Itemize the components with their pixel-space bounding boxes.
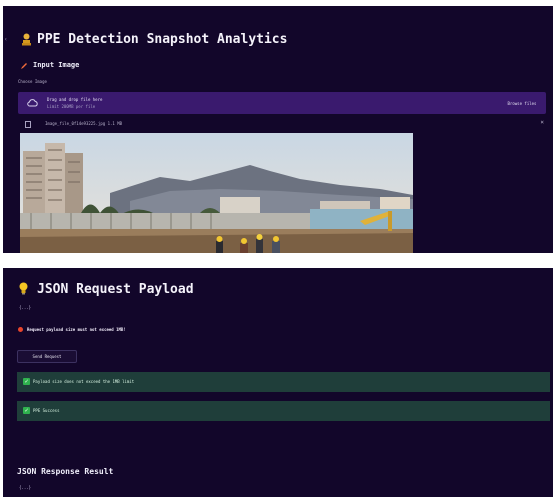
- payload-ok-alert: ✓ Payload size does not exceed the 1MB l…: [17, 372, 550, 392]
- page-title: PPE Detection Snapshot Analytics: [37, 32, 288, 47]
- dropzone-hint: Limit 200MB per file: [47, 104, 96, 109]
- dropzone-text: Drag and drop file here: [47, 97, 103, 102]
- checkmark-icon: ✓: [23, 378, 30, 385]
- remove-file-icon[interactable]: ×: [540, 119, 544, 126]
- alert-text: PPE Success: [33, 408, 60, 413]
- cloud-upload-icon: [27, 99, 38, 107]
- response-title: JSON Response Result: [17, 467, 114, 476]
- section-title: Input Image: [33, 61, 80, 69]
- request-json-toggle[interactable]: {...}: [19, 305, 31, 310]
- checkmark-icon: ✓: [23, 407, 30, 414]
- file-icon: [25, 121, 31, 128]
- send-request-button[interactable]: Send Request: [17, 350, 77, 363]
- browse-files-button[interactable]: Browse files: [502, 98, 542, 108]
- trophy-icon: [22, 33, 31, 46]
- chevron-left-icon[interactable]: ‹: [4, 36, 8, 43]
- pencil-icon: [21, 63, 27, 69]
- uploaded-file-row: Image_file_0f14e93225.jpg 1.1 MB ×: [18, 118, 546, 130]
- ppe-success-alert: ✓ PPE Success: [17, 401, 550, 421]
- warning-text: Request payload size must not exceed 1MB…: [27, 327, 126, 332]
- request-panel: JSON Request Payload {...} Request paylo…: [3, 268, 553, 497]
- alert-text: Payload size does not exceed the 1MB lim…: [33, 379, 135, 384]
- lightbulb-icon: [19, 282, 28, 295]
- warning-dot-icon: [18, 327, 23, 332]
- uploaded-image: [20, 133, 413, 253]
- file-name: Image_file_0f14e93225.jpg 1.1 MB: [45, 121, 123, 126]
- choose-image-label: Choose Image: [18, 79, 47, 84]
- request-title: JSON Request Payload: [37, 282, 194, 297]
- response-json-toggle[interactable]: {...}: [19, 485, 31, 490]
- file-dropzone[interactable]: Drag and drop file here Limit 200MB per …: [18, 92, 546, 114]
- input-panel: ‹ PPE Detection Snapshot Analytics Input…: [3, 6, 553, 253]
